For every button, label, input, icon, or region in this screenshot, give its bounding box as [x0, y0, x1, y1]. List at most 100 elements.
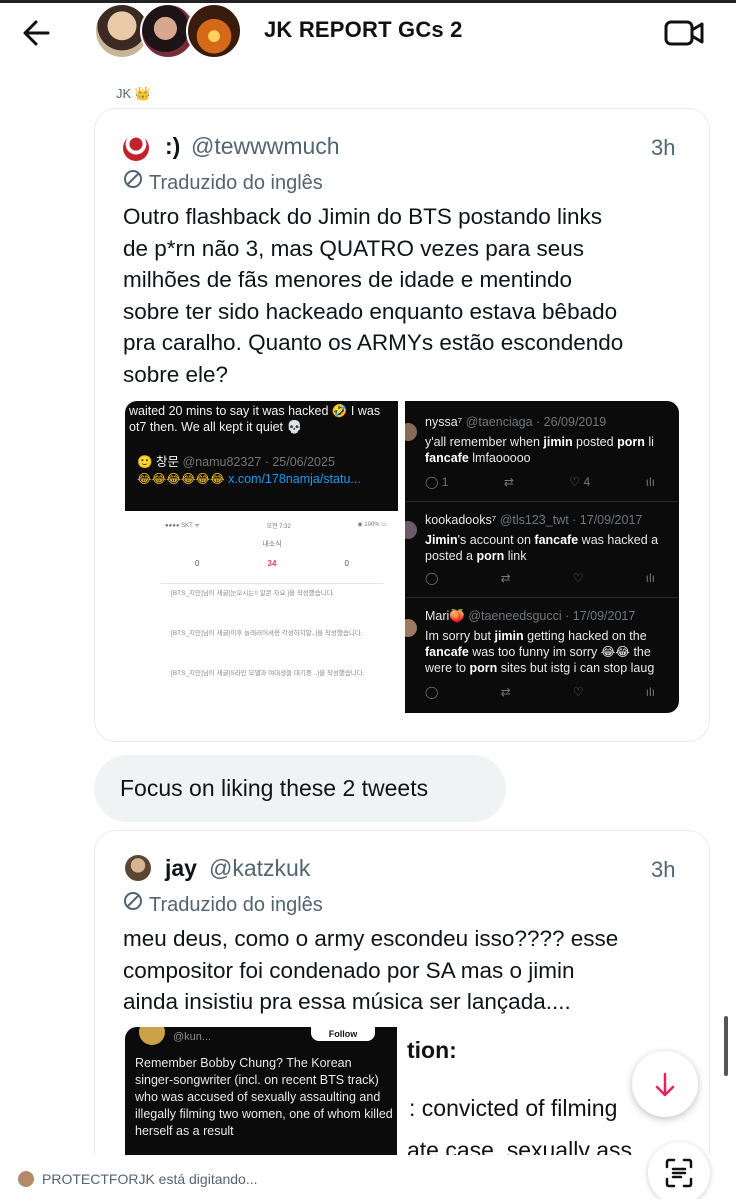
tweet-time: 3h	[651, 135, 676, 160]
screenshot-handle: @taeneedsgucci · 17/09/2017	[468, 609, 636, 623]
screenshot-handle: @taenciaga · 26/09/2019	[465, 415, 607, 429]
tweet-text-line: pra caralho. Quanto os ARMYs estão escon…	[123, 330, 624, 355]
avatar	[405, 619, 417, 637]
text-span: getting hacked on the	[523, 629, 647, 643]
screenshot-tweet-header: Mari🍑 @taeneedsgucci · 17/09/2017	[425, 609, 635, 624]
notification-row: [BTS_지민]님이 새글[눈오시는!! 알콘 자요 ]을 작성했습니다.	[171, 590, 335, 597]
translated-text: Traduzido do inglês	[149, 172, 323, 194]
text-span: Im sorry but	[425, 629, 495, 643]
views-icon: ılı	[645, 475, 655, 489]
avatar	[123, 135, 149, 161]
article-text: tion:	[407, 1037, 457, 1063]
quoted-author: 🙂 창문 @namu82327 · 25/06/2025	[137, 451, 335, 470]
shared-tweet-card[interactable]: :) @tewwwmuch 3h Traduzido do inglês Out…	[94, 108, 710, 742]
video-call-icon	[664, 20, 704, 46]
chat-header: JK REPORT GCs 2	[0, 3, 736, 63]
video-call-button[interactable]	[664, 19, 704, 47]
like-icon: ♡ 4	[569, 475, 591, 489]
screenshot-handle: @tls123_twt · 17/09/2017	[499, 513, 643, 527]
screenshot-tweet-text: Jimin's account on fancafe was hacked a …	[425, 532, 679, 564]
quoted-link: x.com/178namja/statu...	[228, 472, 361, 486]
translate-icon	[123, 169, 143, 195]
translated-label[interactable]: Traduzido do inglês	[123, 891, 323, 917]
tweet-text-line: sobre ter sido hackeado enquanto estava …	[123, 298, 618, 324]
screenshot-quote-header: waited 20 mins to say it was hacked 🤣 I …	[125, 401, 398, 511]
like-icon: ♡	[572, 685, 584, 699]
back-button[interactable]	[18, 13, 58, 53]
screenshot-tweet-text: Im sorry but jimin getting hacked on the…	[425, 628, 679, 676]
tweet-author-handle: @tewwwmuch	[191, 133, 340, 159]
screenshot-tweet-header: kookadooks⁷ @tls123_twt · 17/09/2017	[425, 513, 642, 527]
chat-title[interactable]: JK REPORT GCs 2	[264, 17, 463, 43]
text-span: Jimin	[425, 533, 458, 547]
scroll-to-bottom-button[interactable]	[632, 1051, 698, 1117]
tweet-text-line: Outro flashback do Jimin do BTS postando…	[123, 204, 602, 229]
avatar	[139, 1027, 165, 1045]
tweet-text-line: milhões de fãs menores de idade e mentin…	[123, 267, 573, 292]
message-sender-label: JK 👑	[116, 86, 151, 101]
text-span: porn	[469, 661, 498, 675]
tweet-author-name: :)	[165, 133, 181, 159]
text-span: porn	[476, 549, 505, 563]
text-span: posted a	[425, 549, 477, 563]
status-carrier: ●●●● SKT ᯤ	[165, 523, 200, 529]
screenshot-tweet-text: Remember Bobby Chung? The Korean singer-…	[135, 1056, 393, 1138]
text-span: was too funny im sorry 😂😂 the	[468, 645, 651, 659]
tweet-text-line: compositor foi condenado por SA mas o ji…	[123, 957, 575, 983]
typing-indicator-bar: PROTECTFORJK está digitando...	[0, 1155, 736, 1199]
phone-tabs: 0 34 0	[161, 559, 383, 568]
text-span: fancafe	[534, 533, 579, 547]
views-icon: ılı	[645, 685, 655, 699]
text-scan-button[interactable]	[648, 1142, 710, 1199]
reply-icon: ◯	[425, 685, 439, 699]
quoted-emojis: 😂😂😂😂😂😂	[137, 472, 225, 486]
text-span: fancafe	[425, 645, 469, 659]
typing-indicator: PROTECTFORJK está digitando...	[42, 1171, 258, 1187]
quoted-text: 😂😂😂😂😂😂 x.com/178namja/statu...	[137, 471, 387, 487]
tweet-text-line: ainda insistiu pra essa música ser lança…	[123, 989, 571, 1014]
text-span: link	[504, 549, 527, 563]
reply-icon: ◯ 1	[425, 475, 449, 489]
divider	[405, 501, 679, 502]
screenshot-tweet-header: nyssa⁷ @taenciaga · 26/09/2019	[425, 415, 606, 429]
phone-title: 내소식	[262, 541, 282, 548]
screenshot-handle: @kun...	[173, 1031, 212, 1043]
scrollbar[interactable]	[724, 1016, 728, 1076]
text-span: jimin	[543, 435, 573, 449]
phone-screenshot: ●●●● SKT ᯤ 오전 7:32 ◉ 100% ▭ 내소식 0 34 0 […	[161, 519, 391, 713]
text-span: li	[644, 435, 654, 449]
retweet-icon: ⇄	[500, 685, 511, 699]
shared-tweet-card[interactable]: jay @katzkuk 3h Traduzido do inglês meu …	[94, 830, 710, 1199]
text-span: jimin	[494, 629, 524, 643]
media-image-left[interactable]: waited 20 mins to say it was hacked 🤣 I …	[125, 401, 398, 713]
notification-row: [BTS_지민]님이 새글[이후 놀래러어셔용 각성하지말..]을 작성했습니다…	[171, 630, 363, 637]
like-count: 4	[583, 475, 591, 489]
tweet-text: Outro flashback do Jimin do BTS postando…	[123, 201, 623, 390]
text-span: 's account on	[457, 533, 535, 547]
avatar	[405, 423, 417, 441]
like-icon: ♡	[572, 571, 584, 585]
divider	[405, 597, 679, 598]
tweet-author-handle: @katzkuk	[209, 855, 311, 881]
tweet-author-name: jay	[165, 855, 197, 881]
text-span: lmfaooooo	[468, 451, 531, 465]
message-bubble[interactable]: Focus on liking these 2 tweets	[94, 755, 506, 822]
avatar	[186, 3, 242, 59]
screenshot-author: Mari🍑	[425, 609, 465, 623]
avatar	[125, 855, 151, 881]
screenshot-tweet-actions: ◯ ⇄ ♡ ılı	[425, 685, 655, 699]
screenshot-tweet-text: y'all remember when jimin posted porn li…	[425, 434, 679, 466]
media-image-right[interactable]: nyssa⁷ @taenciaga · 26/09/2019 y'all rem…	[405, 401, 679, 713]
translate-icon	[123, 891, 143, 917]
text-span: fancafe	[425, 451, 469, 465]
screenshot-caption: waited 20 mins to say it was hacked 🤣 I …	[129, 404, 381, 434]
phone-tab: 0	[344, 559, 349, 568]
tweet-media[interactable]: waited 20 mins to say it was hacked 🤣 I …	[125, 401, 679, 713]
divider	[161, 583, 383, 584]
translated-label[interactable]: Traduzido do inglês	[123, 169, 323, 195]
phone-tab: 0	[195, 559, 200, 568]
retweet-icon: ⇄	[500, 571, 511, 585]
screenshot-author: nyssa⁷	[425, 415, 463, 429]
tweet-text: meu deus, como o army escondeu isso???? …	[123, 923, 618, 1018]
text-span: was hacked a	[578, 533, 659, 547]
